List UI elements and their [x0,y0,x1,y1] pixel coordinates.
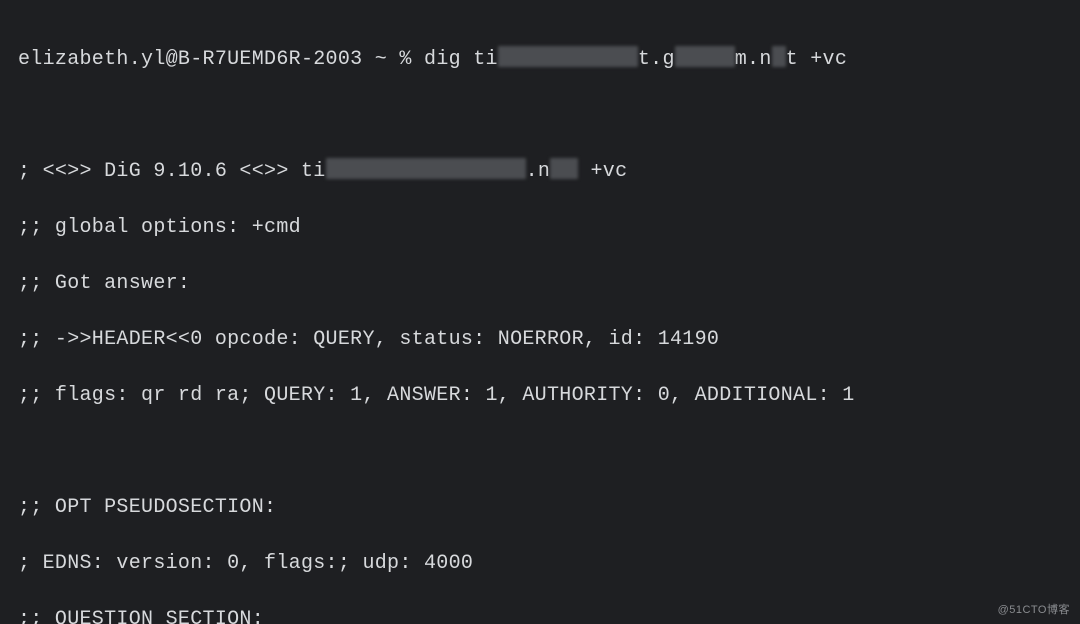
redaction [550,158,578,179]
global-options: ;; global options: +cmd [18,214,1062,242]
redaction [326,158,526,179]
question-section-title: ;; QUESTION SECTION: [18,606,1062,624]
cwd: ~ [375,48,387,71]
blank-line [18,438,1062,466]
cmd-part: t.g [638,48,675,71]
cmd-part: t +vc [786,48,848,71]
header-line: ;; ->>HEADER<<0 opcode: QUERY, status: N… [18,326,1062,354]
terminal-output: elizabeth.yl@B-R7UEMD6R-2003 ~ % dig ti t… [0,0,1080,624]
prompt-sep: % [399,48,411,71]
got-answer: ;; Got answer: [18,270,1062,298]
watermark: @51CTO博客 [998,603,1070,618]
user-host: elizabeth.yl@B-R7UEMD6R-2003 [18,48,362,71]
prompt-line[interactable]: elizabeth.yl@B-R7UEMD6R-2003 ~ % dig ti t… [18,46,1062,74]
redaction [772,46,786,67]
blank-line [18,102,1062,130]
edns-line: ; EDNS: version: 0, flags:; udp: 4000 [18,550,1062,578]
redaction [498,46,638,67]
cmd-part: m.n [735,48,772,71]
redaction [675,46,735,67]
dig-banner: ; <<>> DiG 9.10.6 <<>> ti.n +vc [18,158,1062,186]
flags-line: ;; flags: qr rd ra; QUERY: 1, ANSWER: 1,… [18,382,1062,410]
opt-section-title: ;; OPT PSEUDOSECTION: [18,494,1062,522]
cmd-part: dig ti [424,48,498,71]
